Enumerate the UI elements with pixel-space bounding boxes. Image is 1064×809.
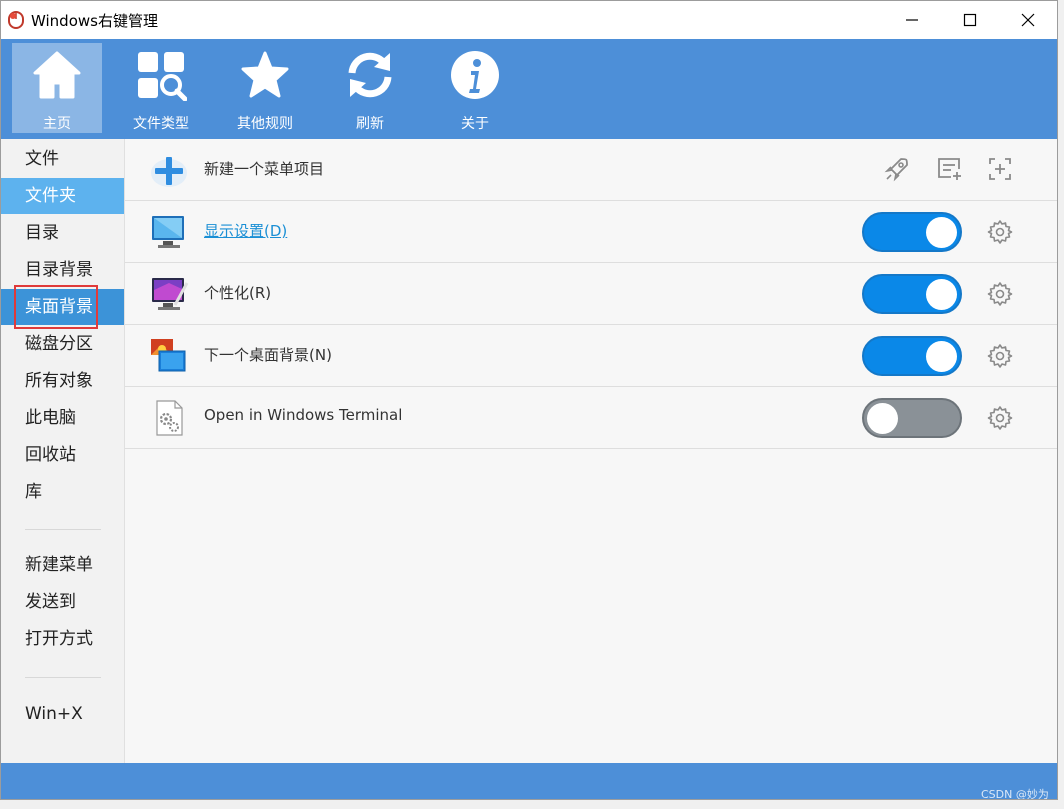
sidebar-item-label: 回收站: [25, 445, 76, 465]
gear-icon[interactable]: [987, 219, 1013, 245]
menu-row-label: 个性化(R): [204, 284, 272, 302]
sidebar-item-label: 发送到: [25, 592, 76, 612]
sidebar-item-open-with[interactable]: 打开方式: [1, 621, 124, 657]
toolbar-other-rules[interactable]: 其他规则: [220, 43, 310, 133]
toolbar-about[interactable]: 关于: [430, 43, 520, 133]
add-text-item-icon[interactable]: [935, 155, 963, 183]
menu-row-label: Open in Windows Terminal: [204, 406, 403, 424]
sidebar-item-label: 文件: [25, 149, 59, 169]
close-icon: [1021, 13, 1035, 27]
home-icon: [33, 51, 81, 99]
sidebar-divider: [25, 677, 101, 678]
app-window: Windows右键管理 主页 文件类型 其他规则 刷新 关于 文件 文件夹 目录…: [0, 0, 1058, 800]
gear-icon[interactable]: [987, 405, 1013, 431]
enable-toggle[interactable]: [862, 398, 962, 438]
menu-item-list: 新建一个菜单项目 显示设置(D) 个性化(R) 下一个桌面背景(N) Open …: [125, 139, 1057, 763]
toolbar-other-rules-label: 其他规则: [237, 116, 293, 132]
enable-toggle[interactable]: [862, 336, 962, 376]
sidebar-item-folder[interactable]: 文件夹: [1, 178, 124, 214]
toolbar-file-types-label: 文件类型: [133, 116, 189, 132]
main-toolbar: 主页 文件类型 其他规则 刷新 关于: [1, 39, 1057, 139]
title-bar: Windows右键管理: [1, 1, 1057, 39]
toolbar-home-label: 主页: [43, 116, 71, 132]
sidebar-item-send-to[interactable]: 发送到: [1, 584, 124, 620]
mouse-app-icon: [8, 11, 24, 29]
settings-file-icon: [156, 400, 183, 436]
close-button[interactable]: [1005, 1, 1051, 39]
toggle-knob: [867, 403, 898, 434]
sidebar-item-new-menu[interactable]: 新建菜单: [1, 547, 124, 583]
refresh-icon: [348, 52, 392, 98]
enable-toggle[interactable]: [862, 274, 962, 314]
sidebar: 文件 文件夹 目录 目录背景 桌面背景 磁盘分区 所有对象 此电脑 回收站 库 …: [1, 139, 125, 763]
sidebar-item-label: Win+X: [25, 704, 83, 724]
sidebar-item-file[interactable]: 文件: [1, 141, 124, 177]
minimize-button[interactable]: [889, 1, 935, 39]
maximize-button[interactable]: [947, 1, 993, 39]
new-menu-item-row[interactable]: 新建一个菜单项目: [125, 139, 1057, 201]
toggle-knob: [926, 279, 957, 310]
sidebar-item-label: 所有对象: [25, 371, 93, 391]
sidebar-item-label: 目录: [25, 223, 59, 243]
sidebar-item-directory[interactable]: 目录: [1, 215, 124, 251]
gear-icon[interactable]: [987, 343, 1013, 369]
toolbar-home[interactable]: 主页: [12, 43, 102, 133]
file-type-search-icon: [138, 52, 187, 101]
toolbar-about-label: 关于: [461, 116, 489, 132]
star-icon: [241, 51, 289, 98]
menu-row-next-wallpaper: 下一个桌面背景(N): [125, 325, 1057, 387]
status-bar: [1, 763, 1057, 799]
sidebar-item-label: 文件夹: [25, 186, 76, 206]
menu-row-open-terminal: Open in Windows Terminal: [125, 387, 1057, 449]
sidebar-item-label: 此电脑: [25, 408, 76, 428]
menu-row-label[interactable]: 显示设置(D): [204, 220, 287, 241]
new-menu-item-label: 新建一个菜单项目: [204, 160, 325, 178]
gear-icon[interactable]: [987, 281, 1013, 307]
personalize-icon: [152, 278, 189, 310]
monitor-icon: [152, 216, 184, 248]
window-title: Windows右键管理: [31, 12, 158, 30]
sidebar-divider: [25, 529, 101, 530]
menu-row-label: 下一个桌面背景(N): [204, 346, 332, 364]
sidebar-item-label: 打开方式: [25, 629, 93, 649]
highlight-annotation-box: [14, 285, 98, 329]
sidebar-item-label: 目录背景: [25, 260, 93, 280]
menu-row-display-settings: 显示设置(D): [125, 201, 1057, 263]
add-frame-icon[interactable]: [986, 155, 1014, 183]
next-wallpaper-icon: [151, 339, 186, 372]
sidebar-item-library[interactable]: 库: [1, 474, 124, 510]
add-icon: [151, 157, 187, 187]
info-icon: [451, 51, 499, 99]
sidebar-item-recycle-bin[interactable]: 回收站: [1, 437, 124, 473]
sidebar-item-this-pc[interactable]: 此电脑: [1, 400, 124, 436]
watermark-credit: CSDN @妙为: [981, 788, 1049, 800]
sidebar-item-label: 新建菜单: [25, 555, 93, 575]
toggle-knob: [926, 341, 957, 372]
toolbar-file-types[interactable]: 文件类型: [116, 43, 206, 133]
enable-toggle[interactable]: [862, 212, 962, 252]
toolbar-refresh-label: 刷新: [356, 116, 384, 132]
sidebar-item-label: 库: [25, 482, 42, 502]
menu-row-personalize: 个性化(R): [125, 263, 1057, 325]
sidebar-item-all-objects[interactable]: 所有对象: [1, 363, 124, 399]
rocket-icon[interactable]: [883, 155, 911, 183]
toggle-knob: [926, 217, 957, 248]
sidebar-item-label: 磁盘分区: [25, 334, 93, 354]
minimize-icon: [906, 19, 918, 21]
maximize-icon: [963, 13, 977, 27]
sidebar-item-directory-background[interactable]: 目录背景: [1, 252, 124, 288]
sidebar-item-win-x[interactable]: Win+X: [1, 696, 124, 732]
sidebar-item-drive[interactable]: 磁盘分区: [1, 326, 124, 362]
toolbar-refresh[interactable]: 刷新: [325, 43, 415, 133]
